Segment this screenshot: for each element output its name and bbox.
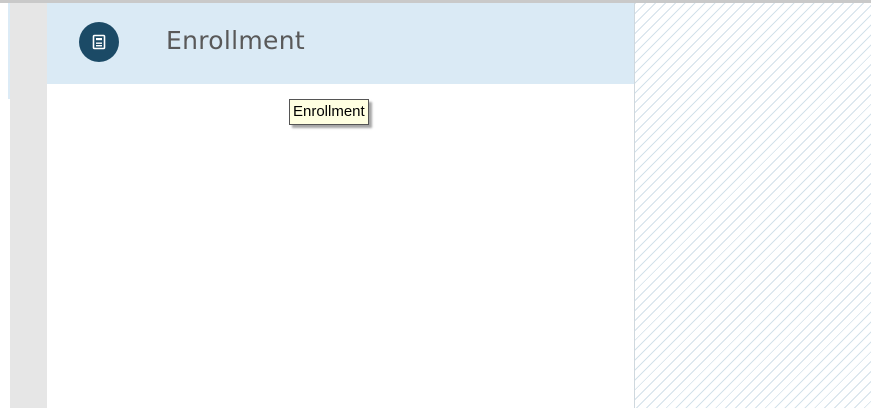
document-icon <box>79 22 119 62</box>
nav-item-label: Enrollment <box>166 26 305 55</box>
nav-item-enrollment[interactable]: Enrollment <box>47 3 634 84</box>
empty-hatched-area <box>635 3 871 408</box>
tooltip: Enrollment <box>289 99 369 125</box>
document-glyph <box>92 34 106 50</box>
navigation-panel: Enrollment <box>47 3 634 408</box>
left-gutter <box>10 3 47 408</box>
